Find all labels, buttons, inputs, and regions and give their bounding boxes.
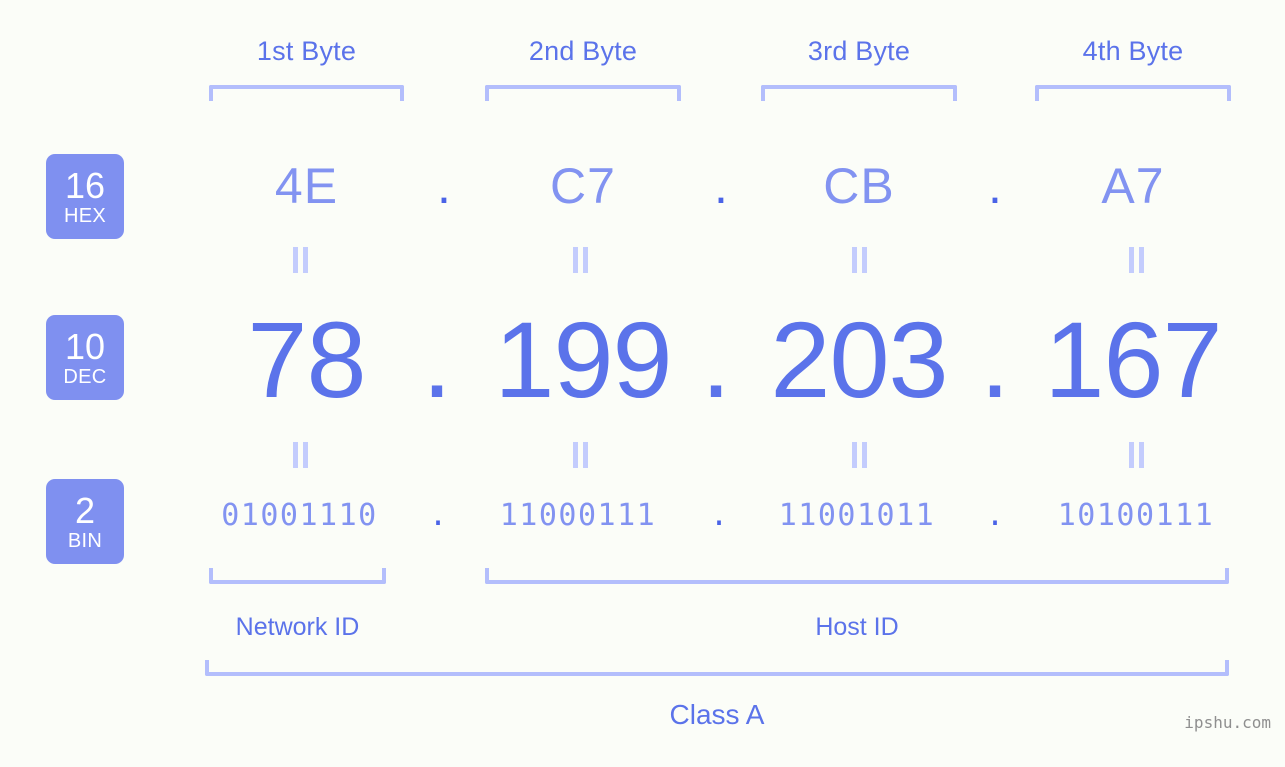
byte-header-2: 2nd Byte — [528, 36, 638, 66]
hex-octet-4: A7 — [1101, 158, 1165, 214]
bin-separator-2: . — [709, 498, 729, 533]
equivalence-mark-dec-bin-1 — [289, 442, 311, 468]
byte-bracket-1 — [209, 85, 404, 101]
equivalence-mark-dec-bin-3 — [848, 442, 870, 468]
byte-bracket-2 — [485, 85, 681, 101]
bin-separator-1: . — [428, 498, 448, 533]
equivalence-mark-hex-dec-3 — [848, 247, 870, 273]
bin-octet-4: 10100111 — [1057, 498, 1215, 533]
radix-badge-bin-name: BIN — [67, 529, 103, 552]
equivalence-mark-hex-dec-4 — [1125, 247, 1147, 273]
byte-header-4: 4th Byte — [1082, 36, 1184, 66]
hex-octet-3: CB — [823, 158, 895, 214]
equivalence-mark-dec-bin-2 — [569, 442, 591, 468]
hex-separator-1: . — [437, 158, 451, 214]
dec-separator-3: . — [979, 299, 1010, 420]
dec-octet-2: 199 — [494, 299, 672, 420]
byte-bracket-3 — [761, 85, 957, 101]
byte-header-1: 1st Byte — [256, 36, 357, 66]
class-bracket — [205, 660, 1229, 676]
watermark: ipshu.com — [1184, 713, 1271, 732]
hex-octet-1: 4E — [274, 158, 339, 214]
radix-badge-bin: 2 BIN — [46, 479, 124, 564]
hex-separator-2: . — [714, 158, 728, 214]
bin-octet-2: 11000111 — [499, 498, 657, 533]
bin-separator-3: . — [985, 498, 1005, 533]
radix-badge-dec: 10 DEC — [46, 315, 124, 400]
dec-octet-1: 78 — [247, 299, 366, 420]
bin-octet-1: 01001110 — [221, 498, 378, 533]
dec-separator-1: . — [421, 299, 452, 420]
host-id-bracket — [485, 568, 1229, 584]
bin-octet-3: 11001011 — [778, 498, 936, 533]
host-id-label: Host ID — [815, 613, 899, 641]
radix-badge-dec-name: DEC — [63, 365, 107, 388]
radix-badge-hex: 16 HEX — [46, 154, 124, 239]
equivalence-mark-hex-dec-1 — [289, 247, 311, 273]
radix-badge-hex-number: 16 — [64, 164, 106, 206]
class-label: Class A — [669, 699, 765, 730]
radix-badge-bin-number: 2 — [74, 489, 96, 531]
hex-separator-3: . — [988, 158, 1002, 214]
equivalence-mark-dec-bin-4 — [1125, 442, 1147, 468]
ip-breakdown-diagram: 1st Byte 2nd Byte 3rd Byte 4th Byte 16 H… — [0, 0, 1285, 767]
hex-octet-2: C7 — [550, 158, 616, 214]
network-id-bracket — [209, 568, 386, 584]
radix-badge-hex-name: HEX — [63, 204, 107, 227]
byte-header-3: 3rd Byte — [807, 36, 911, 66]
equivalence-mark-hex-dec-2 — [569, 247, 591, 273]
dec-octet-3: 203 — [770, 299, 948, 420]
dec-octet-4: 167 — [1044, 299, 1222, 420]
dec-separator-2: . — [700, 299, 731, 420]
byte-bracket-4 — [1035, 85, 1231, 101]
network-id-label: Network ID — [235, 613, 360, 641]
radix-badge-dec-number: 10 — [64, 325, 106, 367]
